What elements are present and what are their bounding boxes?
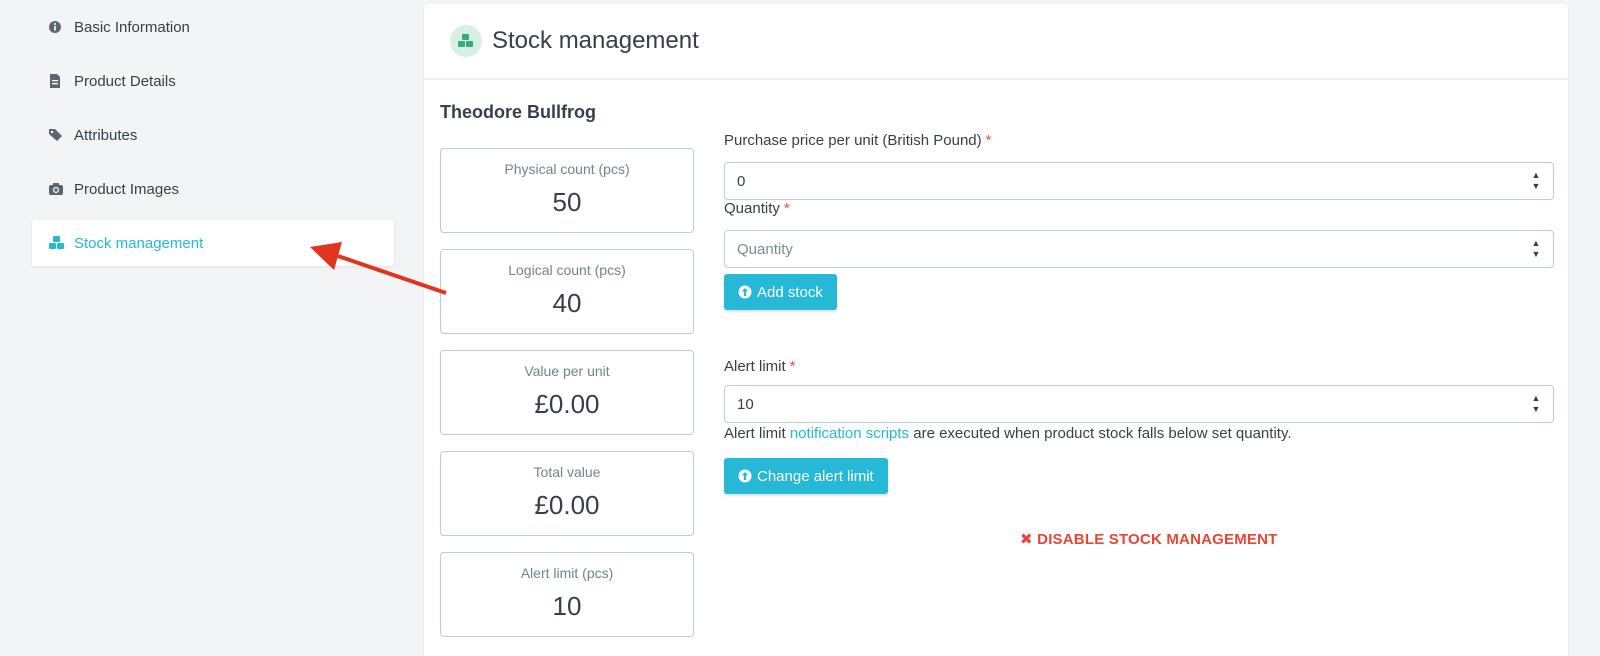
number-spinner[interactable]: ▲ ▼ (1531, 171, 1541, 191)
purchase-price-label-text: Purchase price per unit (British Pound) (724, 132, 982, 149)
number-spinner[interactable]: ▲ ▼ (1531, 239, 1541, 259)
sidebar-item-stock-management[interactable]: Stock management (32, 220, 394, 266)
stat-card-total-value: Total value £0.00 (440, 451, 694, 536)
sidebar-item-attributes[interactable]: Attributes (32, 112, 394, 158)
cubes-icon (48, 235, 74, 251)
sidebar-item-label: Stock management (74, 234, 204, 252)
tags-icon (48, 128, 74, 142)
chevron-up-icon: ▲ (1531, 238, 1541, 248)
sidebar-item-label: Basic Information (74, 18, 190, 36)
sidebar-item-product-details[interactable]: Product Details (32, 58, 394, 104)
disable-stock-management-label: DISABLE STOCK MANAGEMENT (1037, 531, 1278, 548)
stock-management-panel: Stock management Theodore Bullfrog Physi… (424, 4, 1568, 656)
sidebar: Basic Information Product Details Attrib… (32, 4, 394, 274)
stat-label: Alert limit (pcs) (520, 565, 614, 581)
alert-limit-label: Alert limit * (724, 358, 796, 375)
sidebar-item-product-images[interactable]: Product Images (32, 166, 394, 212)
stat-label: Logical count (pcs) (508, 262, 626, 278)
page-title: Stock management (492, 27, 699, 54)
arrow-circle-up-icon (738, 285, 752, 299)
stat-card-physical-count: Physical count (pcs) 50 (440, 148, 694, 233)
add-stock-label: Add stock (757, 283, 823, 301)
chevron-down-icon: ▼ (1531, 181, 1541, 191)
quantity-label: Quantity * (724, 200, 790, 217)
chevron-down-icon: ▼ (1531, 404, 1541, 414)
chevron-up-icon: ▲ (1531, 393, 1541, 403)
notification-scripts-link[interactable]: notification scripts (790, 425, 909, 442)
stat-value: 40 (552, 288, 582, 318)
stat-card-value-per-unit: Value per unit £0.00 (440, 350, 694, 435)
quantity-input[interactable]: Quantity ▲ ▼ (724, 230, 1554, 268)
help-suffix: are executed when product stock falls be… (913, 425, 1292, 442)
purchase-price-value: 0 (737, 172, 746, 190)
sidebar-item-label: Attributes (74, 126, 138, 144)
stat-label: Total value (533, 464, 601, 480)
change-alert-limit-button[interactable]: Change alert limit (724, 458, 888, 494)
stat-label: Value per unit (524, 363, 610, 379)
change-alert-limit-label: Change alert limit (757, 467, 874, 485)
file-icon (48, 73, 74, 89)
stat-value: 50 (552, 187, 582, 217)
alert-limit-label-text: Alert limit (724, 358, 786, 375)
sidebar-item-label: Product Images (74, 180, 180, 198)
quantity-label-text: Quantity (724, 200, 780, 217)
number-spinner[interactable]: ▲ ▼ (1531, 394, 1541, 414)
add-stock-button[interactable]: Add stock (724, 274, 837, 310)
alert-limit-value: 10 (737, 395, 754, 413)
arrow-circle-up-icon (738, 469, 752, 483)
stat-value: 10 (552, 591, 582, 621)
alert-limit-help: Alert limit notification scripts are exe… (724, 425, 1292, 442)
purchase-price-input[interactable]: 0 ▲ ▼ (724, 162, 1554, 200)
required-marker: * (985, 132, 992, 149)
panel-header: Stock management (424, 4, 1568, 80)
help-prefix: Alert limit (724, 425, 786, 442)
stat-value: £0.00 (534, 389, 600, 419)
chevron-down-icon: ▼ (1531, 249, 1541, 259)
close-icon: ✖ (1020, 531, 1033, 548)
stat-card-alert-limit: Alert limit (pcs) 10 (440, 552, 694, 637)
disable-stock-management-link[interactable]: ✖ DISABLE STOCK MANAGEMENT (1020, 530, 1278, 548)
required-marker: * (783, 200, 790, 217)
cubes-icon (450, 25, 482, 57)
purchase-price-label: Purchase price per unit (British Pound) * (724, 132, 991, 149)
stat-value: £0.00 (534, 490, 600, 520)
product-name: Theodore Bullfrog (440, 102, 596, 122)
sidebar-item-label: Product Details (74, 72, 176, 90)
stat-card-logical-count: Logical count (pcs) 40 (440, 249, 694, 334)
sidebar-item-basic-information[interactable]: Basic Information (32, 4, 394, 50)
alert-limit-input[interactable]: 10 ▲ ▼ (724, 385, 1554, 423)
quantity-placeholder: Quantity (737, 240, 793, 258)
required-marker: * (789, 358, 796, 375)
info-circle-icon (48, 20, 74, 34)
camera-icon (48, 182, 74, 196)
chevron-up-icon: ▲ (1531, 170, 1541, 180)
stat-label: Physical count (pcs) (504, 161, 630, 177)
